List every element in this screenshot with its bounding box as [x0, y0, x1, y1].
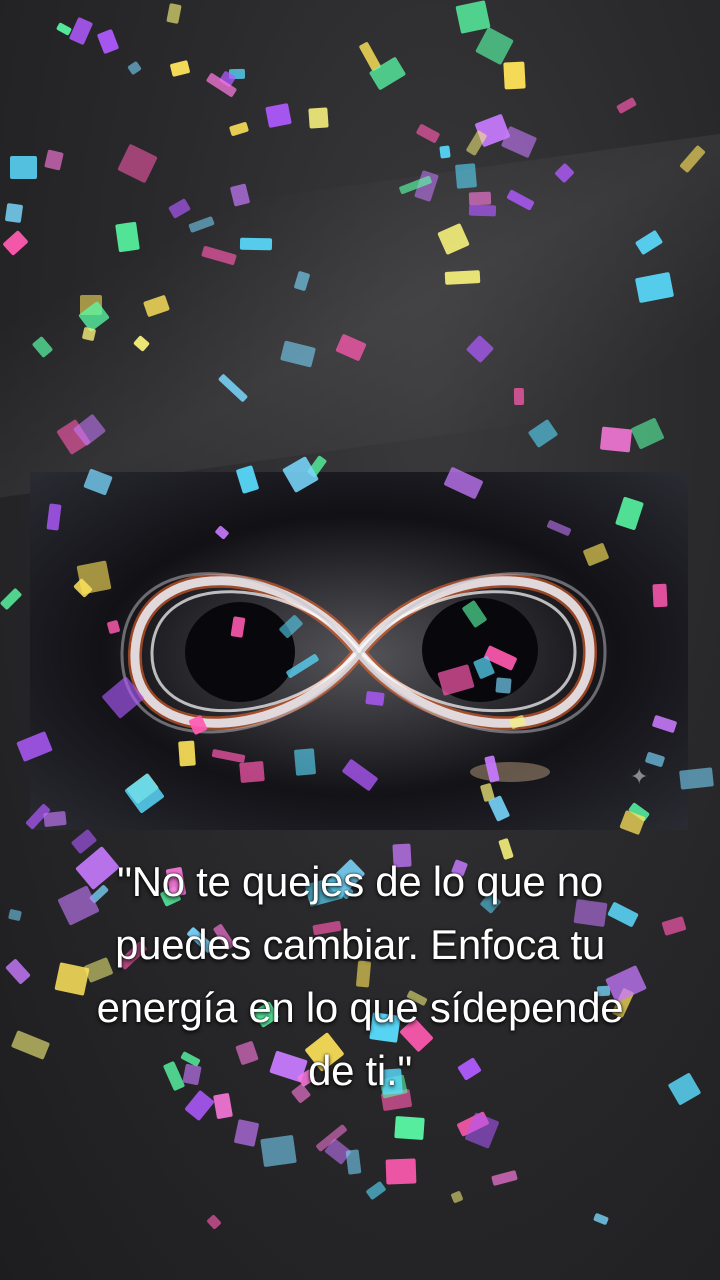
confetti-piece: [465, 129, 488, 157]
confetti-piece: [368, 56, 407, 91]
confetti-piece: [415, 123, 441, 144]
confetti-piece: [308, 107, 329, 129]
quote-line: puedes cambiar. Enfoca tu: [115, 921, 605, 968]
confetti-piece: [385, 1158, 417, 1185]
svg-text:✦: ✦: [630, 765, 648, 790]
confetti-piece: [503, 61, 526, 90]
confetti-piece: [464, 1112, 500, 1149]
confetti-piece: [491, 1169, 518, 1187]
confetti-piece: [169, 60, 191, 77]
confetti-piece: [474, 113, 511, 148]
confetti-piece: [228, 68, 246, 80]
confetti-piece: [166, 3, 182, 24]
confetti-piece: [218, 70, 237, 88]
confetti-piece: [456, 1111, 490, 1137]
confetti-piece: [599, 426, 633, 453]
confetti-piece: [450, 1190, 464, 1204]
quote-line: "No te quejes de lo que no: [117, 858, 603, 905]
confetti-piece: [117, 143, 158, 184]
confetti-piece: [206, 1214, 222, 1230]
confetti-piece: [394, 1116, 425, 1140]
confetti-piece: [358, 41, 382, 72]
background-light-streak: [0, 111, 720, 509]
confetti-piece: [228, 121, 250, 137]
quote-text: "No te quejes de lo que no puedes cambia…: [10, 850, 710, 1102]
confetti-piece: [233, 1119, 260, 1147]
infinity-artwork: ✦: [30, 472, 688, 830]
confetti-piece: [0, 587, 23, 611]
quote-line: energía en lo que sídepende: [96, 984, 624, 1031]
confetti-piece: [68, 16, 94, 46]
confetti-piece: [260, 1134, 297, 1168]
confetti-piece: [315, 1123, 348, 1153]
confetti-piece: [205, 72, 238, 98]
video-frame: ✦ "No te quejes de lo que no puedes camb…: [0, 0, 720, 1280]
confetti-piece: [500, 125, 538, 159]
confetti-piece: [630, 417, 665, 450]
confetti-piece: [475, 26, 514, 66]
confetti-piece: [365, 1180, 387, 1201]
confetti-piece: [527, 418, 559, 449]
confetti-piece: [55, 22, 73, 36]
confetti-piece: [616, 96, 637, 115]
confetti-piece: [96, 28, 120, 55]
confetti-piece: [127, 60, 142, 76]
confetti-piece: [324, 1138, 352, 1165]
confetti-piece: [455, 0, 491, 34]
quote-line: de ti.": [308, 1047, 412, 1094]
confetti-piece: [593, 1212, 609, 1226]
confetti-piece: [4, 202, 24, 224]
confetti-piece: [44, 149, 64, 171]
confetti-piece: [10, 156, 37, 179]
confetti-piece: [345, 1149, 362, 1175]
confetti-piece: [439, 145, 451, 159]
confetti-piece: [265, 102, 292, 129]
infinity-icon: ✦: [99, 517, 648, 797]
